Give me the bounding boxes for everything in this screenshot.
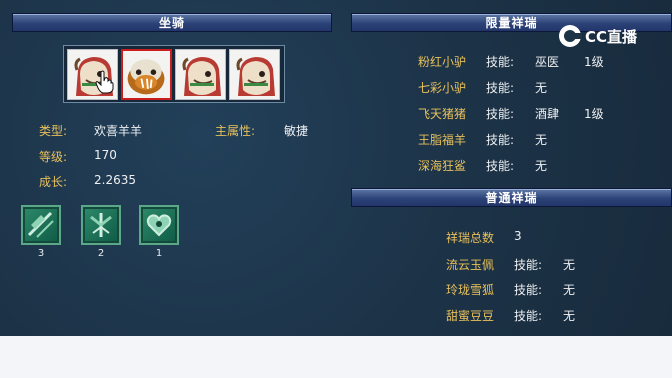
normal-skill: 无 [563,309,576,323]
main-attr-value: 敏捷 [284,124,309,138]
normal-skill-label: 技能: [514,258,543,272]
limited-name: 王脂福羊 [418,133,467,147]
limited-skill: 无 [535,81,548,95]
level-value: 170 [94,148,117,162]
growth-value: 2.2635 [94,173,136,187]
sheep-mount-icon [176,50,225,99]
normal-skill: 无 [563,283,576,297]
logo-text: CC直播 [585,27,638,46]
main-attr-label: 主属性: [215,124,256,138]
normal-total-value: 3 [514,229,522,243]
type-label: 类型: [39,124,68,138]
mount-header: 坐骑 [12,13,332,32]
game-panel: 坐骑 限量祥瑞 普通祥瑞 CC直播 类型: 欢喜羊羊 主属性: 敏捷 等级: 1… [0,0,672,336]
skill-slot-3[interactable] [139,205,179,245]
level-label: 等级: [39,150,68,164]
mount-slot-4[interactable] [229,49,280,100]
limited-name: 飞天猪猪 [418,107,467,121]
limited-name: 粉红小驴 [418,55,467,69]
limited-level: 1级 [584,107,604,121]
mount-slot-3[interactable] [175,49,226,100]
normal-header-title: 普通祥瑞 [485,191,538,205]
skill-count-1: 3 [37,248,45,259]
normal-skill-label: 技能: [514,309,543,323]
heart-crest-icon [146,214,172,237]
skill-slot-1[interactable] [21,205,61,245]
cc-logo-icon [559,25,582,47]
cc-live-logo: CC直播 [559,25,637,47]
limited-skill: 无 [535,133,548,147]
limited-skill-label: 技能: [486,55,515,69]
limited-name: 深海狂鲨 [418,159,467,173]
hand-cursor-icon [95,70,114,94]
normal-skill: 无 [563,258,576,272]
mount-header-title: 坐骑 [158,16,185,30]
normal-total-label: 祥瑞总数 [446,231,495,245]
golden-sheep-mount-icon [123,51,170,98]
normal-name: 流云玉佩 [446,258,495,272]
normal-name: 甜蜜豆豆 [446,309,495,323]
page-bottom-bar [0,336,672,378]
limited-header-title: 限量祥瑞 [485,16,538,30]
growth-label: 成长: [39,175,68,189]
limited-skill-label: 技能: [486,107,515,121]
skill-slot-2[interactable] [81,205,121,245]
type-value: 欢喜羊羊 [94,124,143,138]
normal-skill-label: 技能: [514,283,543,297]
normal-name: 玲珑雪狐 [446,283,495,297]
mount-slot-2-selected[interactable] [121,49,172,100]
skill-count-3: 1 [155,248,163,259]
limited-level: 1级 [584,55,604,69]
trident-crest-icon [90,213,112,237]
limited-skill-label: 技能: [486,81,515,95]
limited-skill: 巫医 [535,55,560,69]
skill-count-2: 2 [97,248,105,259]
limited-skill-label: 技能: [486,133,515,147]
limited-skill-label: 技能: [486,159,515,173]
normal-header: 普通祥瑞 [351,188,672,207]
limited-name: 七彩小驴 [418,81,467,95]
limited-skill: 无 [535,159,548,173]
limited-skill: 酒肆 [535,107,560,121]
sheep-mount-icon [230,50,279,99]
claw-crest-icon [27,211,54,238]
